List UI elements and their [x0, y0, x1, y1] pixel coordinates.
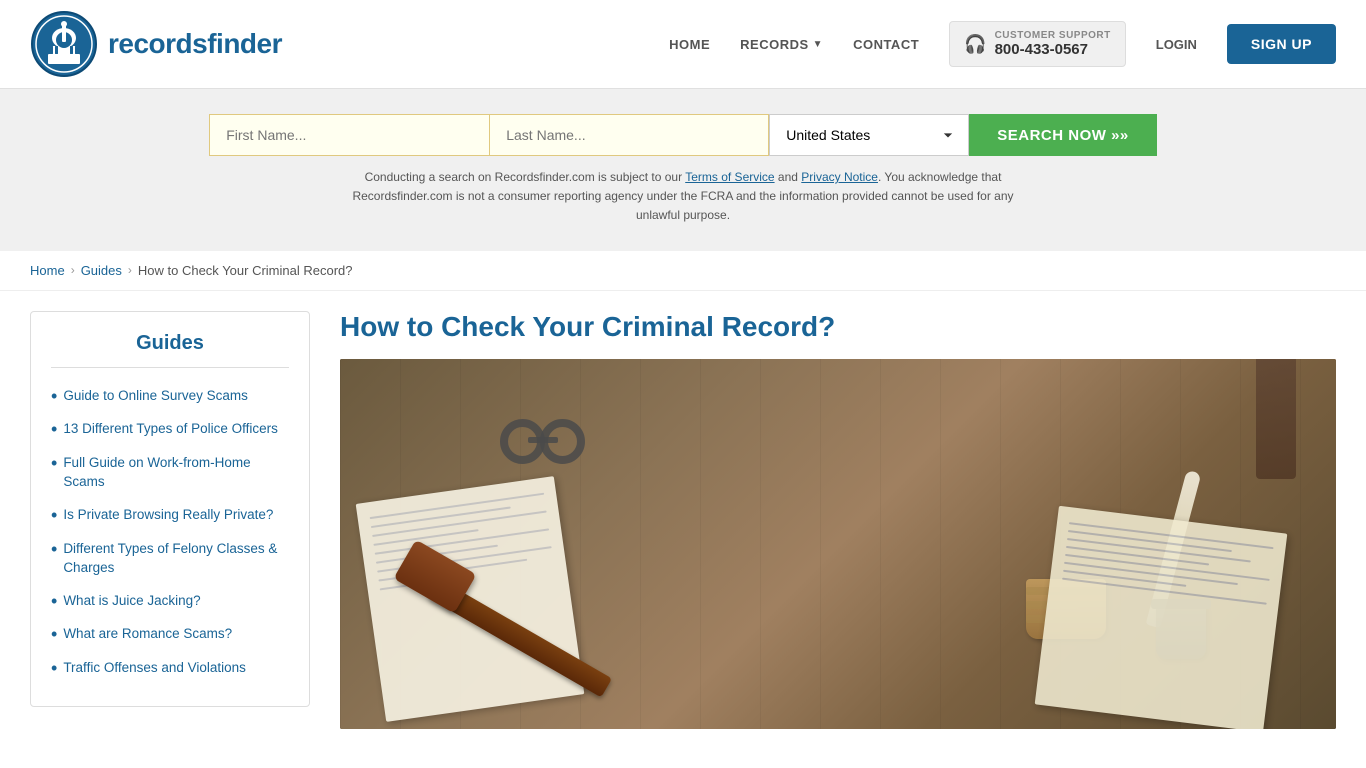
sidebar-link-private-browsing[interactable]: Is Private Browsing Really Private?	[63, 506, 273, 525]
nav-home[interactable]: HOME	[669, 37, 710, 52]
login-button[interactable]: LOGIN	[1156, 37, 1197, 52]
nav-contact[interactable]: CONTACT	[853, 37, 919, 52]
sidebar: Guides Guide to Online Survey Scams 13 D…	[30, 311, 310, 707]
breadcrumb-separator-2: ›	[128, 263, 132, 277]
sidebar-title: Guides	[51, 332, 289, 368]
sidebar-link-police-officers[interactable]: 13 Different Types of Police Officers	[63, 420, 278, 439]
list-item: Full Guide on Work-from-Home Scams	[51, 447, 289, 499]
search-button[interactable]: SEARCH NOW »»	[969, 114, 1157, 156]
nav-records[interactable]: RECORDS ▼	[740, 37, 823, 52]
list-item: Traffic Offenses and Violations	[51, 652, 289, 686]
breadcrumb: Home › Guides › How to Check Your Crimin…	[0, 251, 1366, 291]
breadcrumb-separator-1: ›	[71, 263, 75, 277]
last-name-input[interactable]	[489, 114, 769, 156]
main-nav: HOME RECORDS ▼ CONTACT 🎧 CUSTOMER SUPPOR…	[669, 21, 1336, 67]
privacy-link[interactable]: Privacy Notice	[801, 170, 878, 184]
sidebar-link-work-home-scams[interactable]: Full Guide on Work-from-Home Scams	[63, 454, 289, 492]
logo-text: recordsfinder	[108, 28, 282, 60]
list-item: Is Private Browsing Really Private?	[51, 499, 289, 533]
search-disclaimer: Conducting a search on Recordsfinder.com…	[333, 168, 1033, 226]
sidebar-link-traffic-offenses[interactable]: Traffic Offenses and Violations	[63, 659, 246, 678]
sidebar-link-survey-scams[interactable]: Guide to Online Survey Scams	[63, 387, 248, 406]
list-item: 13 Different Types of Police Officers	[51, 413, 289, 447]
list-item: What are Romance Scams?	[51, 618, 289, 652]
sidebar-list: Guide to Online Survey Scams 13 Differen…	[51, 380, 289, 686]
first-name-input[interactable]	[209, 114, 489, 156]
headset-icon: 🎧	[964, 34, 986, 55]
article-area: How to Check Your Criminal Record?	[340, 311, 1336, 729]
list-item: Guide to Online Survey Scams	[51, 380, 289, 414]
chevron-down-icon: ▼	[813, 39, 823, 50]
list-item: Different Types of Felony Classes & Char…	[51, 533, 289, 585]
site-header: recordsfinder HOME RECORDS ▼ CONTACT 🎧 C…	[0, 0, 1366, 89]
tos-link[interactable]: Terms of Service	[685, 170, 774, 184]
search-bar: United States Canada United Kingdom SEAR…	[209, 114, 1157, 156]
breadcrumb-current: How to Check Your Criminal Record?	[138, 263, 353, 278]
sidebar-link-romance-scams[interactable]: What are Romance Scams?	[63, 625, 232, 644]
search-section: United States Canada United Kingdom SEAR…	[0, 89, 1366, 251]
article-image	[340, 359, 1336, 729]
article-title: How to Check Your Criminal Record?	[340, 311, 1336, 343]
country-select[interactable]: United States Canada United Kingdom	[769, 114, 969, 156]
logo-icon	[30, 10, 98, 78]
sidebar-link-juice-jacking[interactable]: What is Juice Jacking?	[63, 592, 200, 611]
list-item: What is Juice Jacking?	[51, 585, 289, 619]
customer-support-button[interactable]: 🎧 CUSTOMER SUPPORT 800-433-0567	[949, 21, 1126, 67]
signup-button[interactable]: SIGN UP	[1227, 24, 1336, 64]
logo-area[interactable]: recordsfinder	[30, 10, 282, 78]
support-label: CUSTOMER SUPPORT	[995, 30, 1111, 41]
sidebar-link-felony-classes[interactable]: Different Types of Felony Classes & Char…	[63, 540, 289, 578]
breadcrumb-home[interactable]: Home	[30, 263, 65, 278]
main-content: Guides Guide to Online Survey Scams 13 D…	[0, 291, 1366, 749]
breadcrumb-guides[interactable]: Guides	[81, 263, 122, 278]
support-number: 800-433-0567	[995, 41, 1111, 58]
